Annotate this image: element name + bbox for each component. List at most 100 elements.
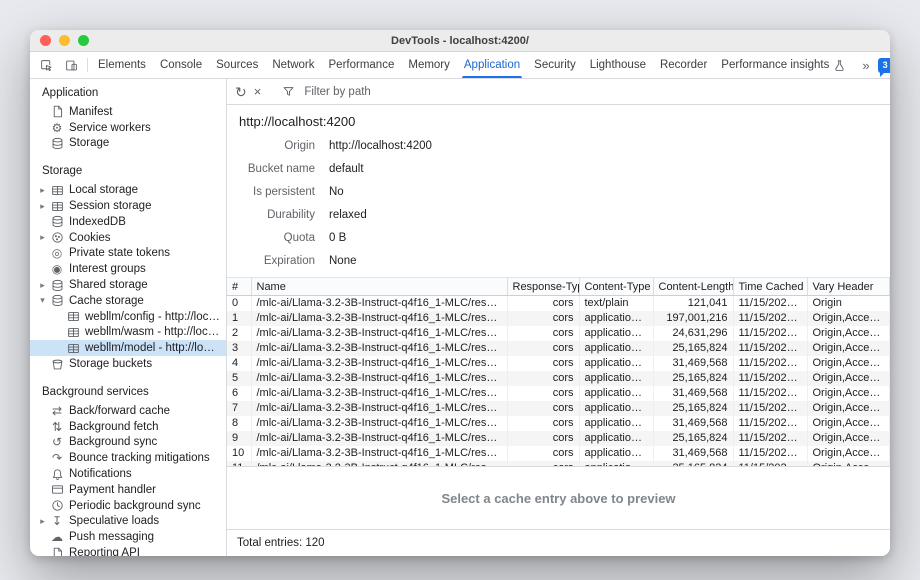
filter-input[interactable] bbox=[302, 85, 522, 99]
cell-vary-header: Origin,Access… bbox=[807, 416, 890, 431]
tab-performance[interactable]: Performance bbox=[322, 52, 402, 78]
sidebar-item-speculative-loads[interactable]: ▸ ↧ Speculative loads bbox=[30, 514, 226, 530]
meta-label: Expiration bbox=[227, 255, 315, 267]
minimize-button[interactable] bbox=[59, 35, 70, 46]
more-tabs-icon[interactable]: » bbox=[862, 59, 869, 72]
cache-entry-row[interactable]: 3 /mlc-ai/Llama-3.2-3B-Instruct-q4f16_1-… bbox=[227, 341, 890, 356]
cache-entry-row[interactable]: 4 /mlc-ai/Llama-3.2-3B-Instruct-q4f16_1-… bbox=[227, 356, 890, 371]
sidebar-item-webllm-config[interactable]: webllm/config - http://loc… bbox=[30, 309, 226, 325]
sidebar-item-notifications[interactable]: Notifications bbox=[30, 466, 226, 482]
cache-entries-table: # Name Response-Type Content-Type Conten… bbox=[227, 277, 890, 466]
sidebar-item-back-forward-cache[interactable]: ⇄ Back/forward cache bbox=[30, 403, 226, 419]
tab-performance-insights[interactable]: Performance insights bbox=[714, 52, 853, 78]
cell-name: /mlc-ai/Llama-3.2-3B-Instruct-q4f16_1-ML… bbox=[251, 311, 507, 326]
meta-label: Durability bbox=[227, 209, 315, 221]
cache-entry-row[interactable]: 1 /mlc-ai/Llama-3.2-3B-Instruct-q4f16_1-… bbox=[227, 311, 890, 326]
cell-vary-header: Origin,Access… bbox=[807, 386, 890, 401]
inspect-icon[interactable] bbox=[34, 52, 59, 78]
cell-index: 4 bbox=[227, 356, 251, 371]
item-label: Manifest bbox=[69, 106, 226, 118]
table-icon bbox=[49, 200, 65, 213]
expand-arrow-icon[interactable]: ▸ bbox=[36, 233, 49, 242]
tab-application[interactable]: Application bbox=[457, 52, 527, 78]
download-icon: ↧ bbox=[49, 515, 65, 527]
tab-network[interactable]: Network bbox=[265, 52, 321, 78]
sidebar-item-reporting-api[interactable]: Reporting API bbox=[30, 545, 226, 556]
cache-content: http://localhost:4200 Origin http://loca… bbox=[227, 105, 890, 466]
cache-entry-row[interactable]: 7 /mlc-ai/Llama-3.2-3B-Instruct-q4f16_1-… bbox=[227, 401, 890, 416]
service-workers-icon: ⚙ bbox=[49, 122, 65, 134]
sidebar-item-private-state-tokens[interactable]: ◎ Private state tokens bbox=[30, 246, 226, 262]
cell-time-cached: 11/15/2024, 10… bbox=[733, 386, 807, 401]
sidebar-item-storage[interactable]: Storage bbox=[30, 136, 226, 152]
zoom-button[interactable] bbox=[78, 35, 89, 46]
tab-console[interactable]: Console bbox=[153, 52, 209, 78]
sidebar-item-payment-handler[interactable]: Payment handler bbox=[30, 482, 226, 498]
tab-memory[interactable]: Memory bbox=[401, 52, 457, 78]
tab-elements[interactable]: Elements bbox=[91, 52, 153, 78]
item-label: Cookies bbox=[69, 232, 226, 244]
cell-response-type: cors bbox=[507, 326, 579, 341]
tab-lighthouse[interactable]: Lighthouse bbox=[583, 52, 653, 78]
item-label: Notifications bbox=[69, 468, 226, 480]
cell-content-length: 121,041 bbox=[653, 296, 733, 311]
sidebar-item-session-storage[interactable]: ▸ Session storage bbox=[30, 198, 226, 214]
cell-index: 3 bbox=[227, 341, 251, 356]
expand-arrow-icon[interactable]: ▸ bbox=[36, 517, 49, 526]
sidebar-item-bounce-tracking-mitigations[interactable]: ↷ Bounce tracking mitigations bbox=[30, 450, 226, 466]
delete-selected-icon[interactable]: × bbox=[254, 85, 262, 98]
cell-index: 8 bbox=[227, 416, 251, 431]
sidebar-item-service-workers[interactable]: ⚙ Service workers bbox=[30, 120, 226, 136]
sidebar-item-interest-groups[interactable]: ◉ Interest groups bbox=[30, 261, 226, 277]
sidebar-item-local-storage[interactable]: ▸ Local storage bbox=[30, 182, 226, 198]
collapse-arrow-icon[interactable]: ▾ bbox=[36, 296, 49, 305]
cache-entry-row[interactable]: 0 /mlc-ai/Llama-3.2-3B-Instruct-q4f16_1-… bbox=[227, 296, 890, 311]
sidebar-item-webllm-model[interactable]: webllm/model - http://loc… bbox=[30, 340, 226, 356]
sidebar-item-shared-storage[interactable]: ▸ Shared storage bbox=[30, 277, 226, 293]
sidebar-item-indexeddb[interactable]: IndexedDB bbox=[30, 214, 226, 230]
device-toolbar-icon[interactable] bbox=[59, 52, 84, 78]
column-header-time-cached[interactable]: Time Cached bbox=[733, 278, 807, 296]
item-label: Cache storage bbox=[69, 295, 226, 307]
sidebar-item-webllm-wasm[interactable]: webllm/wasm - http://loca… bbox=[30, 325, 226, 341]
tab-security[interactable]: Security bbox=[527, 52, 583, 78]
column-header-name[interactable]: Name bbox=[251, 278, 507, 296]
expand-arrow-icon[interactable]: ▸ bbox=[36, 186, 49, 195]
cache-entry-row[interactable]: 8 /mlc-ai/Llama-3.2-3B-Instruct-q4f16_1-… bbox=[227, 416, 890, 431]
tabbar-right-controls: » 3 ⚙ ⋮ bbox=[853, 52, 890, 78]
column-header-content-type[interactable]: Content-Type bbox=[579, 278, 653, 296]
tab-recorder[interactable]: Recorder bbox=[653, 52, 714, 78]
tab-sources[interactable]: Sources bbox=[209, 52, 265, 78]
meta-row-is-persistent: Is persistent No bbox=[227, 180, 890, 203]
sidebar-item-push-messaging[interactable]: ☁ Push messaging bbox=[30, 529, 226, 545]
cell-response-type: cors bbox=[507, 296, 579, 311]
cell-response-type: cors bbox=[507, 311, 579, 326]
cache-toolbar: ↻ × bbox=[227, 79, 890, 105]
sidebar-item-cookies[interactable]: ▸ Cookies bbox=[30, 230, 226, 246]
sidebar-item-storage-buckets[interactable]: Storage buckets bbox=[30, 356, 226, 372]
cell-time-cached: 11/15/2024, 10… bbox=[733, 371, 807, 386]
close-button[interactable] bbox=[40, 35, 51, 46]
expand-arrow-icon[interactable]: ▸ bbox=[36, 202, 49, 211]
column-header-index[interactable]: # bbox=[227, 278, 251, 296]
cell-index: 9 bbox=[227, 431, 251, 446]
sidebar-item-manifest[interactable]: Manifest bbox=[30, 104, 226, 120]
sidebar-item-periodic-background-sync[interactable]: Periodic background sync bbox=[30, 498, 226, 514]
cache-entry-row[interactable]: 2 /mlc-ai/Llama-3.2-3B-Instruct-q4f16_1-… bbox=[227, 326, 890, 341]
column-header-vary-header[interactable]: Vary Header bbox=[807, 278, 890, 296]
expand-arrow-icon[interactable]: ▸ bbox=[36, 281, 49, 290]
cache-entry-row[interactable]: 5 /mlc-ai/Llama-3.2-3B-Instruct-q4f16_1-… bbox=[227, 371, 890, 386]
column-header-content-length[interactable]: Content-Length bbox=[653, 278, 733, 296]
cache-entry-row[interactable]: 6 /mlc-ai/Llama-3.2-3B-Instruct-q4f16_1-… bbox=[227, 386, 890, 401]
sidebar-item-background-sync[interactable]: ↺ Background sync bbox=[30, 435, 226, 451]
console-messages-badge[interactable]: 3 bbox=[878, 58, 890, 73]
cell-name: /mlc-ai/Llama-3.2-3B-Instruct-q4f16_1-ML… bbox=[251, 386, 507, 401]
cell-content-length: 31,469,568 bbox=[653, 416, 733, 431]
cache-entry-row[interactable]: 9 /mlc-ai/Llama-3.2-3B-Instruct-q4f16_1-… bbox=[227, 431, 890, 446]
refresh-icon[interactable]: ↻ bbox=[235, 85, 247, 99]
sidebar-item-cache-storage[interactable]: ▾ Cache storage bbox=[30, 293, 226, 309]
column-header-response-type[interactable]: Response-Type bbox=[507, 278, 579, 296]
cache-entry-row[interactable]: 10 /mlc-ai/Llama-3.2-3B-Instruct-q4f16_1… bbox=[227, 446, 890, 461]
sidebar-item-background-fetch[interactable]: ⇅ Background fetch bbox=[30, 419, 226, 435]
cell-response-type: cors bbox=[507, 446, 579, 461]
